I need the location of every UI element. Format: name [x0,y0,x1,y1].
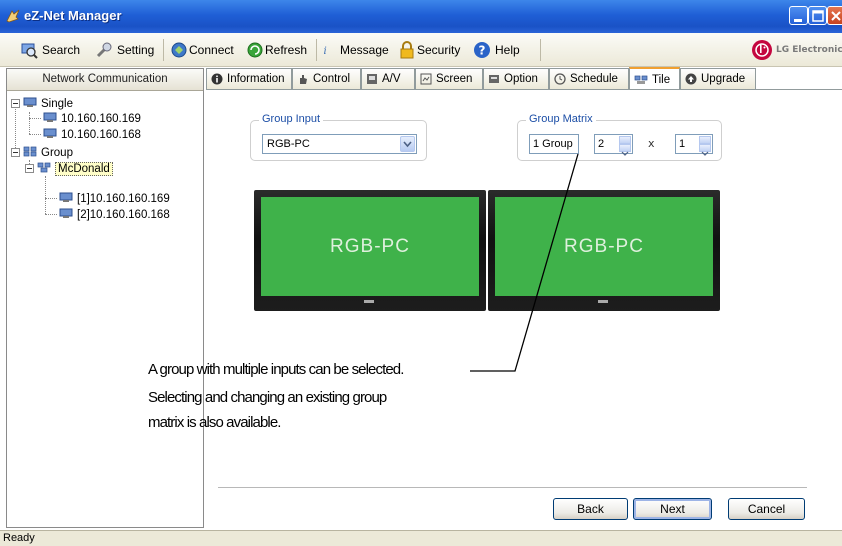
callout-line [470,153,579,372]
next-button[interactable]: Next [633,498,712,520]
cancel-button[interactable]: Cancel [728,498,805,520]
back-button[interactable]: Back [553,498,628,520]
annotation-line-3: matrix is also available. [148,414,281,431]
button-divider [218,487,807,488]
annotation-line-2: Selecting and changing an existing group [148,389,387,406]
status-bar: Ready [0,530,842,546]
annotation-line-1: A group with multiple inputs can be sele… [148,361,404,378]
